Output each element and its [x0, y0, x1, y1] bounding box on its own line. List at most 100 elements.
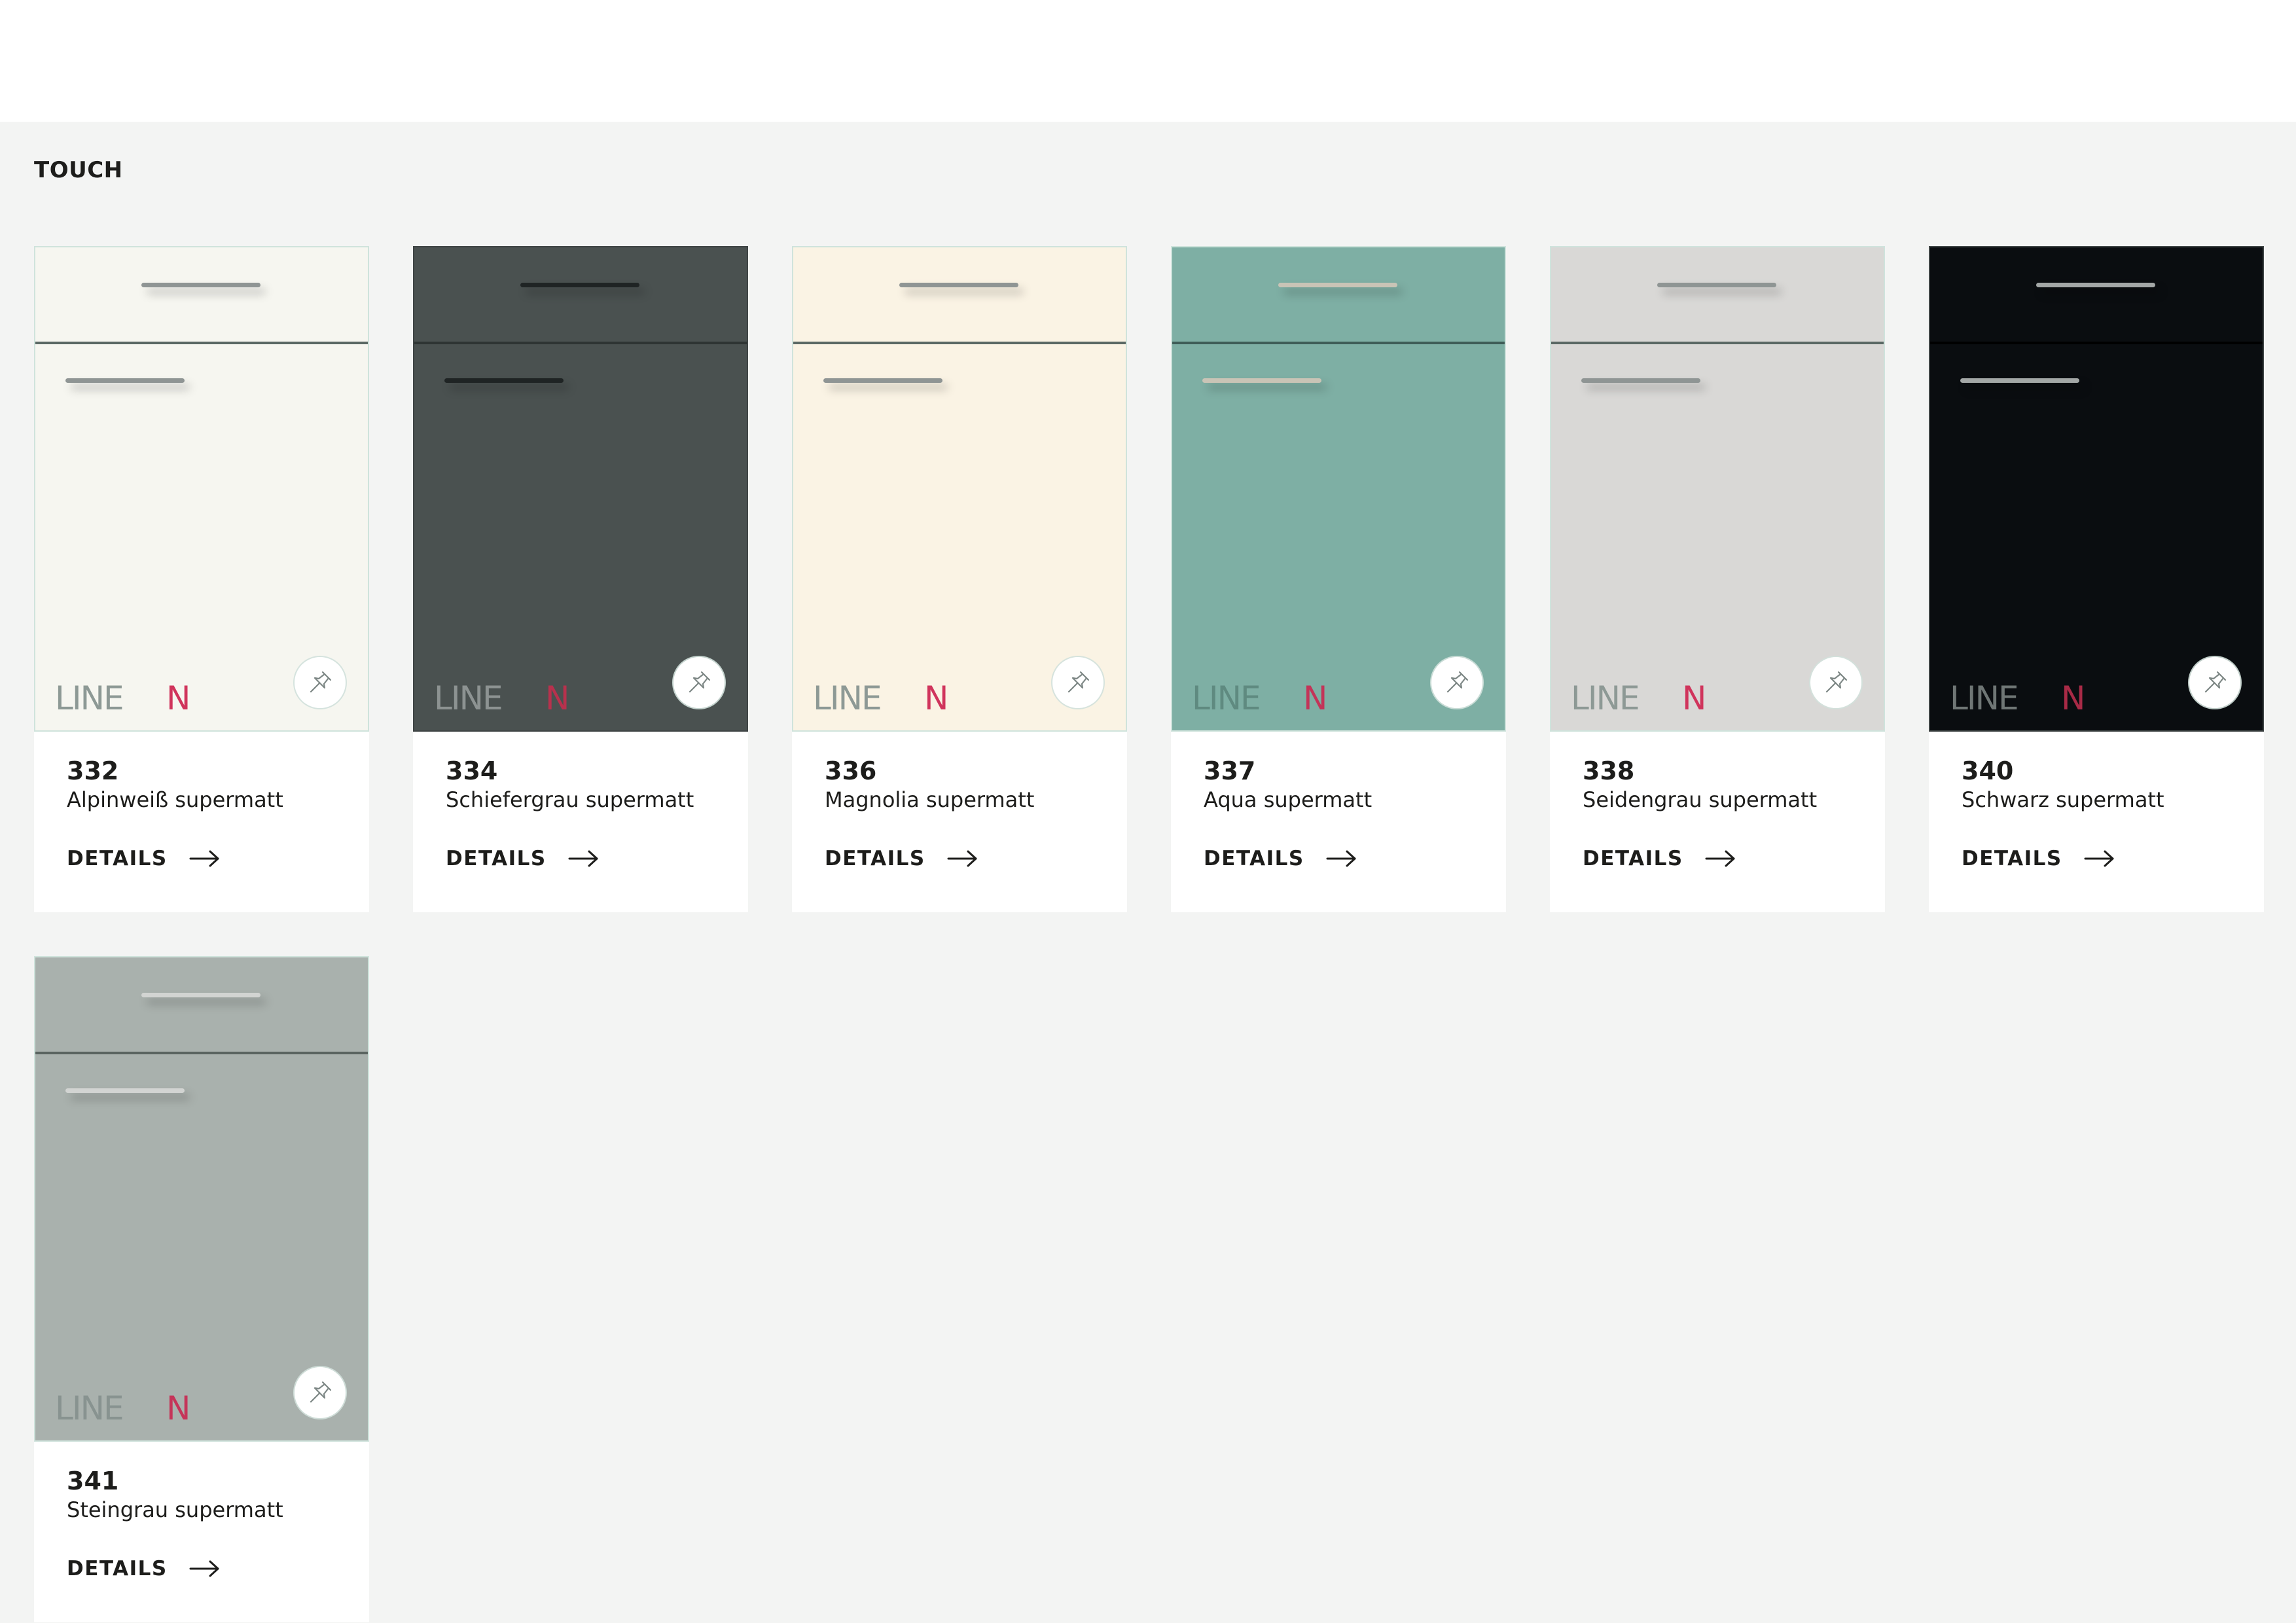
pushpin-icon: [1825, 671, 1848, 693]
product-code: 338: [1583, 757, 1635, 785]
drawer-divider: [414, 342, 747, 344]
details-link[interactable]: DETAILS: [67, 847, 221, 870]
pin-button[interactable]: [295, 657, 346, 708]
svg-text:N: N: [545, 679, 569, 716]
product-code: 337: [1204, 757, 1256, 785]
product-card-337[interactable]: LINE N 337 Aqua supermatt DETAILS: [1171, 246, 1506, 912]
svg-text:LINE: LINE: [813, 679, 881, 716]
details-link[interactable]: DETAILS: [446, 847, 600, 870]
svg-text:LINE: LINE: [1571, 679, 1639, 716]
arrow-right-icon: [567, 849, 600, 868]
product-name: Magnolia supermatt: [825, 787, 1035, 812]
svg-text:N: N: [1682, 679, 1706, 716]
color-swatch[interactable]: LINE N: [1171, 246, 1506, 732]
details-link[interactable]: DETAILS: [1204, 847, 1358, 870]
door-handle: [1202, 378, 1321, 383]
drawer-divider: [35, 342, 368, 344]
details-label: DETAILS: [825, 847, 925, 870]
details-label: DETAILS: [1962, 847, 2062, 870]
drawer-divider: [1930, 342, 2263, 344]
details-label: DETAILS: [67, 847, 168, 870]
svg-text:N: N: [1303, 679, 1327, 716]
drawer-divider: [35, 1052, 368, 1054]
line-n-logo: LINE N: [1571, 679, 1706, 716]
pin-button[interactable]: [1052, 657, 1103, 708]
door-handle: [444, 378, 564, 383]
drawer-handle: [2036, 283, 2155, 287]
drawer-handle: [899, 283, 1018, 287]
product-card-338[interactable]: LINE N 338 Seidengrau supermatt DETAILS: [1550, 246, 1885, 912]
line-n-logo: LINE N: [55, 1389, 190, 1426]
pin-button[interactable]: [295, 1367, 346, 1418]
product-info: 332 Alpinweiß supermatt: [67, 755, 356, 813]
product-info: 337 Aqua supermatt: [1204, 755, 1493, 813]
color-swatch[interactable]: LINE N: [792, 246, 1127, 732]
color-swatch[interactable]: LINE N: [1929, 246, 2264, 732]
drawer-handle: [1278, 283, 1397, 287]
section-title: TOUCH: [34, 157, 123, 183]
details-link[interactable]: DETAILS: [1583, 847, 1737, 870]
svg-text:N: N: [924, 679, 948, 716]
pushpin-icon: [310, 1381, 332, 1403]
svg-text:N: N: [166, 1389, 190, 1426]
product-info: 334 Schiefergrau supermatt: [446, 755, 735, 813]
product-name: Steingrau supermatt: [67, 1497, 283, 1522]
color-swatch[interactable]: LINE N: [1550, 246, 1885, 732]
door-handle: [823, 378, 942, 383]
svg-text:LINE: LINE: [1192, 679, 1260, 716]
product-name: Seidengrau supermatt: [1583, 787, 1818, 812]
pin-button[interactable]: [673, 657, 725, 708]
svg-text:LINE: LINE: [434, 679, 502, 716]
pin-button[interactable]: [1431, 657, 1482, 708]
arrow-right-icon: [946, 849, 979, 868]
details-label: DETAILS: [1204, 847, 1304, 870]
door-handle: [1581, 378, 1700, 383]
pushpin-icon: [310, 671, 332, 693]
product-name: Alpinweiß supermatt: [67, 787, 283, 812]
pushpin-icon: [2204, 671, 2227, 693]
product-card-341[interactable]: LINE N 341 Steingrau supermatt DETAILS: [34, 956, 369, 1622]
drawer-handle: [520, 283, 639, 287]
product-code: 332: [67, 757, 119, 785]
pushpin-icon: [1067, 671, 1090, 693]
details-link[interactable]: DETAILS: [1962, 847, 2116, 870]
details-link[interactable]: DETAILS: [67, 1557, 221, 1580]
product-card-340[interactable]: LINE N 340 Schwarz supermatt DETAILS: [1929, 246, 2264, 912]
arrow-right-icon: [188, 1559, 221, 1578]
product-name: Schwarz supermatt: [1962, 787, 2164, 812]
arrow-right-icon: [1704, 849, 1737, 868]
details-link[interactable]: DETAILS: [825, 847, 979, 870]
arrow-right-icon: [1325, 849, 1358, 868]
details-label: DETAILS: [67, 1557, 168, 1580]
color-swatch[interactable]: LINE N: [34, 246, 369, 732]
drawer-handle: [141, 993, 260, 997]
product-card-334[interactable]: LINE N 334 Schiefergrau supermatt DETAIL…: [413, 246, 748, 912]
drawer-divider: [1551, 342, 1884, 344]
product-card-336[interactable]: LINE N 336 Magnolia supermatt DETAILS: [792, 246, 1127, 912]
product-card-332[interactable]: LINE N 332 Alpinweiß supermatt DETAILS: [34, 246, 369, 912]
line-n-logo: LINE N: [55, 679, 190, 716]
line-n-logo: LINE N: [813, 679, 948, 716]
color-swatch[interactable]: LINE N: [34, 956, 369, 1442]
product-info: 341 Steingrau supermatt: [67, 1465, 356, 1523]
color-swatch[interactable]: LINE N: [413, 246, 748, 732]
drawer-divider: [793, 342, 1126, 344]
product-name: Aqua supermatt: [1204, 787, 1372, 812]
details-label: DETAILS: [1583, 847, 1683, 870]
product-code: 336: [825, 757, 877, 785]
svg-text:LINE: LINE: [55, 1389, 123, 1426]
pin-button[interactable]: [1810, 657, 1861, 708]
svg-text:LINE: LINE: [1950, 679, 2018, 716]
details-label: DETAILS: [446, 847, 547, 870]
arrow-right-icon: [2083, 849, 2116, 868]
pushpin-icon: [689, 671, 711, 693]
product-name: Schiefergrau supermatt: [446, 787, 694, 812]
line-n-logo: LINE N: [1192, 679, 1327, 716]
door-handle: [65, 378, 185, 383]
product-code: 341: [67, 1467, 119, 1495]
pin-button[interactable]: [2189, 657, 2240, 708]
product-code: 334: [446, 757, 498, 785]
line-n-logo: LINE N: [1950, 679, 2085, 716]
drawer-divider: [1172, 342, 1505, 344]
product-info: 338 Seidengrau supermatt: [1583, 755, 1872, 813]
